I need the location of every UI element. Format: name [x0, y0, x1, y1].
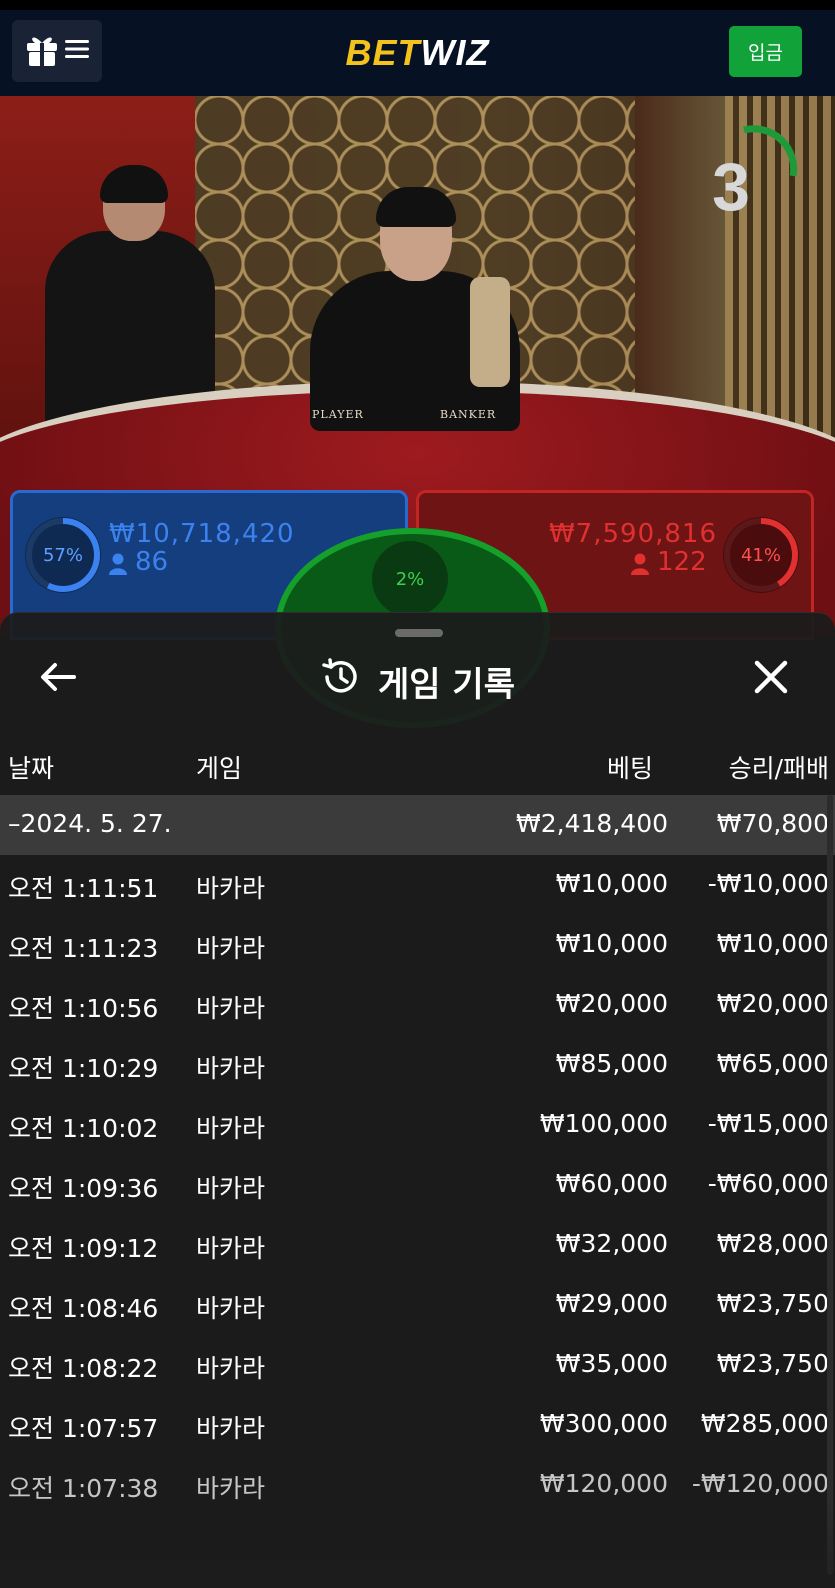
row-bet: ₩100,000 [539, 1109, 668, 1138]
tie-percent: 2% [395, 568, 425, 590]
logo-wiz-text: WIZ [420, 32, 490, 73]
row-game: 바카라 [196, 994, 266, 1023]
close-icon [754, 660, 788, 698]
row-time: 오전 1:10:29 [8, 1054, 159, 1083]
row-bet: ₩10,000 [555, 869, 668, 898]
history-list[interactable]: –2024. 5. 27. ₩2,418,400 ₩70,800 오전 1:11… [0, 795, 835, 1515]
row-time: 오전 1:08:22 [8, 1354, 159, 1383]
row-bet: ₩60,000 [555, 1169, 668, 1198]
row-result: ₩28,000 [716, 1229, 829, 1258]
dealer [300, 187, 530, 521]
history-row[interactable]: 오전 1:11:51 바카라 ₩10,000 -₩10,000 [0, 855, 835, 915]
player-user-icon [109, 553, 127, 579]
row-game: 바카라 [196, 934, 266, 963]
column-header-result[interactable]: 승리/패배 [729, 749, 829, 785]
row-time: 오전 1:08:46 [8, 1294, 159, 1323]
player-total-amount: ₩10,718,420 [109, 519, 295, 549]
row-game: 바카라 [196, 1414, 266, 1443]
row-bet: ₩20,000 [555, 989, 668, 1018]
banker-bettor-count: 122 [657, 547, 707, 577]
row-time: 오전 1:07:57 [8, 1414, 159, 1443]
top-bar: BETWIZ 입금 [0, 0, 835, 96]
date-summary-row[interactable]: –2024. 5. 27. ₩2,418,400 ₩70,800 [0, 795, 835, 855]
history-row[interactable]: 오전 1:09:12 바카라 ₩32,000 ₩28,000 [0, 1215, 835, 1275]
row-result: ₩20,000 [716, 989, 829, 1018]
row-result: -₩60,000 [707, 1169, 829, 1198]
sheet-title: 게임 기록 [0, 657, 835, 706]
history-row[interactable]: 오전 1:07:38 바카라 ₩120,000 -₩120,000 [0, 1455, 835, 1515]
row-game: 바카라 [196, 874, 266, 903]
history-row[interactable]: 오전 1:09:36 바카라 ₩60,000 -₩60,000 [0, 1155, 835, 1215]
card-shuffler-person [45, 165, 215, 431]
row-time: 오전 1:09:36 [8, 1174, 159, 1203]
logo-bet-text: BET [345, 32, 421, 73]
row-time: 오전 1:11:23 [8, 934, 159, 963]
felt-banker-label: BANKER [440, 408, 497, 421]
banker-percent: 41% [740, 544, 781, 566]
summary-bet: ₩2,418,400 [516, 809, 668, 838]
row-result: -₩10,000 [707, 869, 829, 898]
felt-player-label: PLAYER [312, 408, 364, 421]
row-game: 바카라 [196, 1114, 266, 1143]
history-row[interactable]: 오전 1:10:56 바카라 ₩20,000 ₩20,000 [0, 975, 835, 1035]
player-bettor-count: 86 [135, 547, 169, 577]
brand-logo[interactable]: BETWIZ [0, 32, 835, 74]
row-bet: ₩35,000 [555, 1349, 668, 1378]
row-result: ₩285,000 [700, 1409, 829, 1438]
row-bet: ₩120,000 [539, 1469, 668, 1498]
row-time: 오전 1:10:56 [8, 994, 159, 1023]
banker-percent-ring: 41% [723, 517, 799, 593]
player-percent: 57% [42, 544, 83, 566]
row-result: ₩65,000 [716, 1049, 829, 1078]
history-icon [320, 657, 360, 706]
history-row[interactable]: 오전 1:10:02 바카라 ₩100,000 -₩15,000 [0, 1095, 835, 1155]
row-bet: ₩10,000 [555, 929, 668, 958]
row-bet: ₩300,000 [539, 1409, 668, 1438]
history-row[interactable]: 오전 1:10:29 바카라 ₩85,000 ₩65,000 [0, 1035, 835, 1095]
row-game: 바카라 [196, 1234, 266, 1263]
sheet-title-text: 게임 기록 [378, 665, 515, 705]
row-result: ₩23,750 [716, 1289, 829, 1318]
row-result: ₩10,000 [716, 929, 829, 958]
deposit-button[interactable]: 입금 [729, 26, 802, 77]
history-row[interactable]: 오전 1:11:23 바카라 ₩10,000 ₩10,000 [0, 915, 835, 975]
sheet-drag-handle[interactable] [395, 629, 443, 637]
column-header-game[interactable]: 게임 [196, 749, 242, 785]
tie-percent-ring: 2% [372, 541, 448, 617]
row-result: -₩120,000 [691, 1469, 829, 1498]
row-time: 오전 1:11:51 [8, 874, 159, 903]
close-button[interactable] [749, 657, 793, 701]
app-screen: BETWIZ 입금 PLAYER BANKER 3 57% ₩10,718,42… [0, 0, 835, 1588]
history-row[interactable]: 오전 1:08:46 바카라 ₩29,000 ₩23,750 [0, 1275, 835, 1335]
column-header-date[interactable]: 날짜 [8, 749, 54, 785]
countdown-timer: 3 [712, 149, 750, 225]
row-result: -₩15,000 [707, 1109, 829, 1138]
row-game: 바카라 [196, 1054, 266, 1083]
summary-date: –2024. 5. 27. [8, 809, 172, 838]
row-game: 바카라 [196, 1294, 266, 1323]
row-game: 바카라 [196, 1174, 266, 1203]
history-scrollbar[interactable] [827, 795, 833, 1575]
row-time: 오전 1:07:38 [8, 1474, 159, 1503]
row-bet: ₩29,000 [555, 1289, 668, 1318]
history-row[interactable]: 오전 1:08:22 바카라 ₩35,000 ₩23,750 [0, 1335, 835, 1395]
game-history-sheet: 게임 기록 날짜 게임 베팅 승리/패배 –2024. 5. 27. ₩2,41… [0, 612, 835, 1588]
row-bet: ₩85,000 [555, 1049, 668, 1078]
column-header-bet[interactable]: 베팅 [607, 749, 653, 785]
player-percent-ring: 57% [25, 517, 101, 593]
banker-total-amount: ₩7,590,816 [548, 519, 717, 549]
row-result: ₩23,750 [716, 1349, 829, 1378]
summary-result: ₩70,800 [716, 809, 829, 838]
row-time: 오전 1:10:02 [8, 1114, 159, 1143]
row-bet: ₩32,000 [555, 1229, 668, 1258]
row-time: 오전 1:09:12 [8, 1234, 159, 1263]
row-game: 바카라 [196, 1474, 266, 1503]
row-game: 바카라 [196, 1354, 266, 1383]
history-row[interactable]: 오전 1:07:57 바카라 ₩300,000 ₩285,000 [0, 1395, 835, 1455]
banker-user-icon [631, 553, 649, 579]
